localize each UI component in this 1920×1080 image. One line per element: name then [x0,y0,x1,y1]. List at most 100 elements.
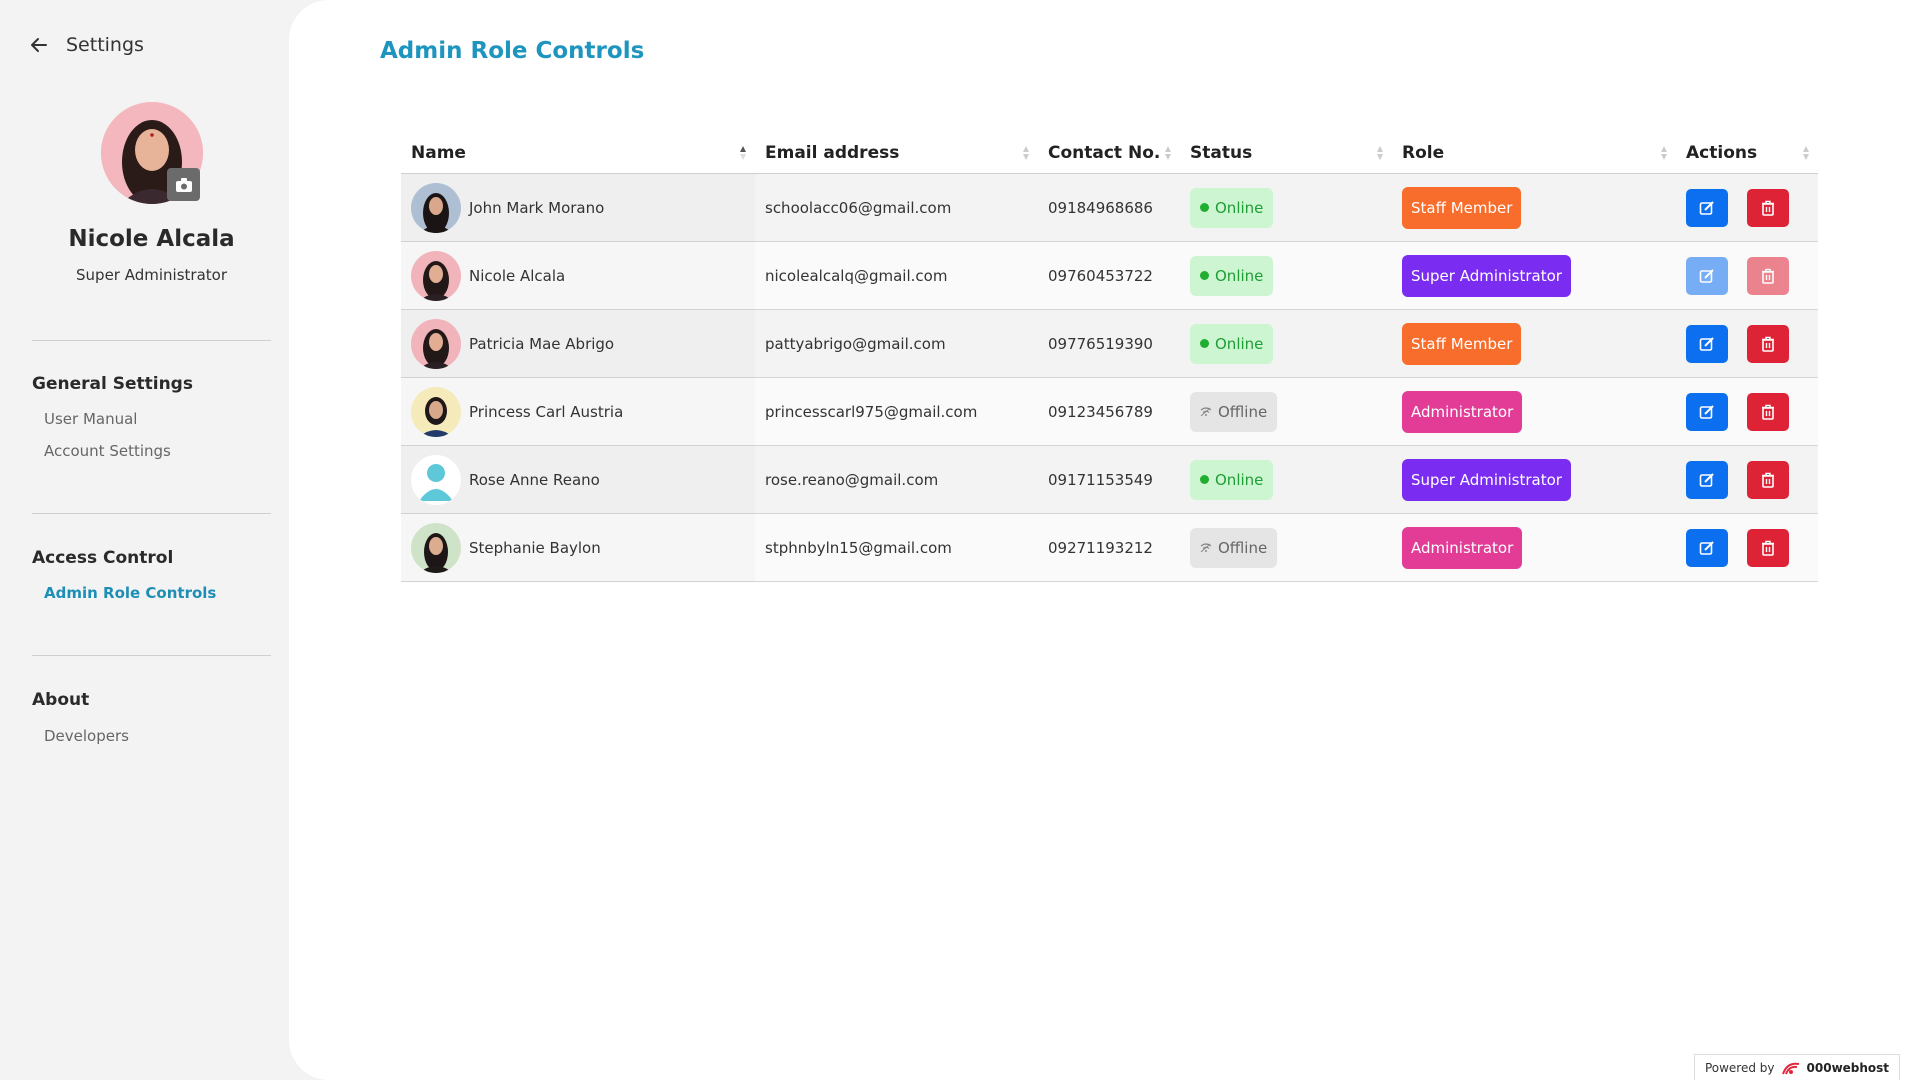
status-cell: Online [1180,446,1392,514]
trash-icon [1762,472,1774,488]
column-header-email[interactable]: Email address [755,132,1038,174]
edit-button[interactable] [1686,528,1728,567]
sort-icon [1377,145,1383,160]
email-cell: rose.reano@gmail.com [765,470,939,489]
online-dot-icon [1200,475,1209,484]
table-row: Patricia Mae Abrigo pattyabrigo@gmail.com… [401,310,1818,378]
back-button[interactable]: Settings [30,34,144,56]
section-access-control: Access Control [32,548,174,568]
contact-cell: 09184968686 [1048,198,1153,217]
status-badge: Offline [1190,391,1278,432]
status-cell: Online [1180,242,1392,310]
role-badge[interactable]: Administrator [1402,526,1523,569]
user-name: Princess Carl Austria [469,402,624,421]
status-badge: Online [1190,255,1274,296]
edit-button[interactable] [1686,460,1728,499]
section-general-settings: General Settings [32,374,193,394]
powered-by-badge[interactable]: Powered by 000webhost [1694,1054,1900,1080]
name-cell: Stephanie Baylon [401,514,755,582]
trash-icon [1762,336,1774,352]
status-cell: Online [1180,174,1392,242]
name-cell: Princess Carl Austria [401,378,755,446]
contact-cell: 09271193212 [1048,538,1153,557]
role-cell: Super Administrator [1392,242,1676,310]
back-label: Settings [66,34,144,56]
actions-cell [1676,446,1818,514]
contact-cell: 09776519390 [1048,334,1153,353]
edit-icon [1699,336,1714,351]
wifi-off-icon [1200,542,1212,552]
sort-icon [1023,145,1029,160]
name-cell: Rose Anne Reano [401,446,755,514]
email-cell: nicolealcalq@gmail.com [765,266,948,285]
name-cell: John Mark Morano [401,174,755,242]
change-photo-button[interactable] [167,168,200,201]
role-cell: Administrator [1392,514,1676,582]
trash-icon [1762,200,1774,216]
trash-icon [1762,268,1774,284]
user-avatar [411,250,461,301]
role-badge[interactable]: Staff Member [1402,186,1522,229]
camera-icon [175,177,192,192]
section-about: About [32,690,90,710]
table-body: John Mark Morano schoolacc06@gmail.com 091… [401,174,1818,582]
divider [32,513,271,514]
column-header-role[interactable]: Role [1392,132,1676,174]
sort-icon [1165,145,1171,160]
status-badge: Online [1190,459,1274,500]
delete-button[interactable] [1747,256,1789,295]
edit-button[interactable] [1686,256,1728,295]
edit-button[interactable] [1686,188,1728,227]
role-cell: Super Administrator [1392,446,1676,514]
column-header-contact[interactable]: Contact No. [1038,132,1180,174]
contact-cell: 09123456789 [1048,402,1153,421]
edit-icon [1699,540,1714,555]
table-row: Princess Carl Austria princesscarl975@gma… [401,378,1818,446]
delete-button[interactable] [1747,324,1789,363]
nav-admin-role-controls[interactable]: Admin Role Controls [44,584,216,602]
status-cell: Offline [1180,378,1392,446]
contact-cell: 09171153549 [1048,470,1153,489]
table-row: Stephanie Baylon stphnbyln15@gmail.com 092… [401,514,1818,582]
online-dot-icon [1200,339,1209,348]
contact-cell: 09760453722 [1048,266,1153,285]
name-cell: Nicole Alcala [401,242,755,310]
delete-button[interactable] [1747,528,1789,567]
table-row: Nicole Alcala nicolealcalq@gmail.com 09760… [401,242,1818,310]
name-cell: Patricia Mae Abrigo [401,310,755,378]
role-badge[interactable]: Super Administrator [1402,458,1571,501]
edit-icon [1699,472,1714,487]
column-header-actions[interactable]: Actions [1676,132,1818,174]
delete-button[interactable] [1747,460,1789,499]
table-row: Rose Anne Reano rose.reano@gmail.com 09171… [401,446,1818,514]
user-avatar [411,454,461,505]
column-header-status[interactable]: Status [1180,132,1392,174]
edit-button[interactable] [1686,392,1728,431]
delete-button[interactable] [1747,188,1789,227]
email-cell: pattyabrigo@gmail.com [765,334,946,353]
column-header-name[interactable]: Name [401,132,755,174]
user-avatar [411,386,461,437]
online-dot-icon [1200,271,1209,280]
sort-asc-icon [740,145,746,160]
nav-user-manual[interactable]: User Manual [44,410,137,428]
user-avatar [411,522,461,573]
user-name: Patricia Mae Abrigo [469,334,615,353]
delete-button[interactable] [1747,392,1789,431]
email-cell: stphnbyln15@gmail.com [765,538,952,557]
sidebar: Settings Nicole Alcala Super Administrat… [0,0,289,1080]
role-badge[interactable]: Administrator [1402,390,1523,433]
nav-developers[interactable]: Developers [44,727,129,745]
edit-icon [1699,404,1714,419]
nav-account-settings[interactable]: Account Settings [44,442,171,460]
profile-name: Nicole Alcala [68,226,235,252]
actions-cell [1676,310,1818,378]
role-badge[interactable]: Staff Member [1402,322,1522,365]
role-cell: Staff Member [1392,310,1676,378]
actions-cell [1676,514,1818,582]
users-table: Name Email address Contact No. Status Ro… [401,132,1818,582]
user-name: Nicole Alcala [469,266,566,285]
role-badge[interactable]: Super Administrator [1402,254,1571,297]
sort-icon [1803,145,1809,160]
edit-button[interactable] [1686,324,1728,363]
